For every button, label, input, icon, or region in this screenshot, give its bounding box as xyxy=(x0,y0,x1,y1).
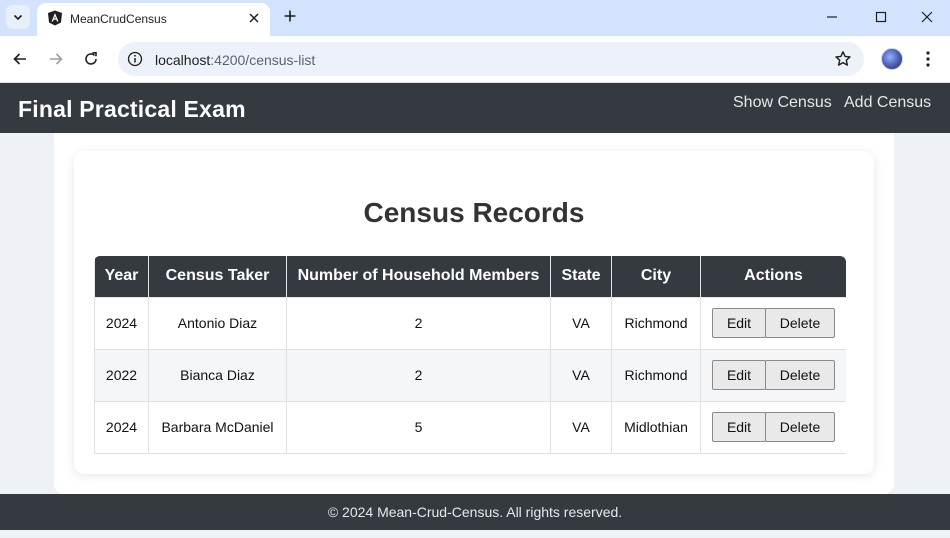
cell-year: 2024 xyxy=(94,400,149,454)
cell-census-taker: Barbara McDaniel xyxy=(148,400,287,454)
minimize-icon xyxy=(827,16,837,18)
cell-actions: Edit Delete xyxy=(700,348,846,402)
nav-link-add-census[interactable]: Add Census xyxy=(844,94,931,112)
delete-button[interactable]: Delete xyxy=(765,360,835,390)
more-vertical-icon xyxy=(926,51,930,67)
new-tab-button[interactable] xyxy=(280,6,300,26)
table-row: 2022 Bianca Diaz 2 VA Richmond Edit Delet… xyxy=(94,348,846,402)
cell-state: VA xyxy=(550,348,612,402)
app-brand[interactable]: Final Practical Exam xyxy=(18,96,246,123)
table-header-row: Year Census Taker Number of Household Me… xyxy=(94,256,846,298)
close-window-button[interactable] xyxy=(914,6,940,28)
app-navbar: Final Practical Exam Show Census Add Cen… xyxy=(0,83,950,133)
profile-avatar[interactable] xyxy=(881,48,903,70)
cell-city: Midlothian xyxy=(611,400,701,454)
cell-city: Richmond xyxy=(611,296,701,350)
url-text[interactable]: localhost:4200/census-list xyxy=(155,52,315,68)
edit-button[interactable]: Edit xyxy=(712,360,766,390)
browser-tab-active[interactable]: MeanCrudCensus xyxy=(37,3,270,36)
nav-link-show-census[interactable]: Show Census xyxy=(733,94,832,112)
arrow-left-icon xyxy=(13,53,26,65)
census-card: Census Records Year Census Taker Number … xyxy=(74,151,874,474)
cell-actions: Edit Delete xyxy=(700,400,846,454)
forward-button[interactable] xyxy=(45,48,67,70)
app-footer: © 2024 Mean-Crud-Census. All rights rese… xyxy=(0,494,950,530)
chevron-down-icon xyxy=(13,14,23,21)
cell-year: 2024 xyxy=(94,296,149,350)
angular-icon xyxy=(48,10,62,26)
cell-actions: Edit Delete xyxy=(700,296,846,350)
browser-tabstrip: MeanCrudCensus xyxy=(0,0,950,36)
browser-toolbar: localhost:4200/census-list xyxy=(0,36,950,83)
tab-title: MeanCrudCensus xyxy=(70,12,167,26)
column-header-year: Year xyxy=(94,256,149,298)
delete-button[interactable]: Delete xyxy=(765,308,835,338)
cell-state: VA xyxy=(550,400,612,454)
address-bar[interactable]: localhost:4200/census-list xyxy=(118,42,864,76)
cell-census-taker: Antonio Diaz xyxy=(148,296,287,350)
tab-search-button[interactable] xyxy=(6,5,30,29)
census-table-wrapper: Year Census Taker Number of Household Me… xyxy=(94,256,846,454)
cell-year: 2022 xyxy=(94,348,149,402)
arrow-right-icon xyxy=(50,53,63,65)
back-button[interactable] xyxy=(9,48,31,70)
table-row: 2024 Antonio Diaz 2 VA Richmond Edit Dele… xyxy=(94,296,846,350)
reload-button[interactable] xyxy=(80,48,102,70)
reload-icon xyxy=(85,52,97,65)
cell-household-members: 5 xyxy=(286,400,551,454)
column-header-city: City xyxy=(611,256,701,298)
cell-census-taker: Bianca Diaz xyxy=(148,348,287,402)
url-path: :4200/census-list xyxy=(210,52,316,68)
site-info-icon[interactable] xyxy=(127,51,143,67)
table-row: 2024 Barbara McDaniel 5 VA Midlothian Ed… xyxy=(94,400,846,454)
plus-icon xyxy=(284,10,296,22)
column-header-household-members: Number of Household Members xyxy=(286,256,551,298)
census-table: Year Census Taker Number of Household Me… xyxy=(94,256,846,454)
close-icon xyxy=(921,11,933,23)
close-icon xyxy=(249,13,259,23)
maximize-icon xyxy=(875,11,887,23)
edit-button[interactable]: Edit xyxy=(712,412,766,442)
cell-city: Richmond xyxy=(611,348,701,402)
edit-button[interactable]: Edit xyxy=(712,308,766,338)
browser-menu-button[interactable] xyxy=(918,48,938,70)
column-header-census-taker: Census Taker xyxy=(148,256,287,298)
delete-button[interactable]: Delete xyxy=(765,412,835,442)
cell-household-members: 2 xyxy=(286,348,551,402)
minimize-button[interactable] xyxy=(819,6,845,28)
url-host: localhost xyxy=(155,52,211,68)
cell-household-members: 2 xyxy=(286,296,551,350)
cell-state: VA xyxy=(550,296,612,350)
column-header-actions: Actions xyxy=(700,256,846,298)
page-title: Census Records xyxy=(363,197,585,228)
maximize-button[interactable] xyxy=(868,6,894,28)
bookmark-star-icon[interactable] xyxy=(834,50,852,68)
column-header-state: State xyxy=(550,256,612,298)
tab-close-button[interactable] xyxy=(246,10,262,26)
